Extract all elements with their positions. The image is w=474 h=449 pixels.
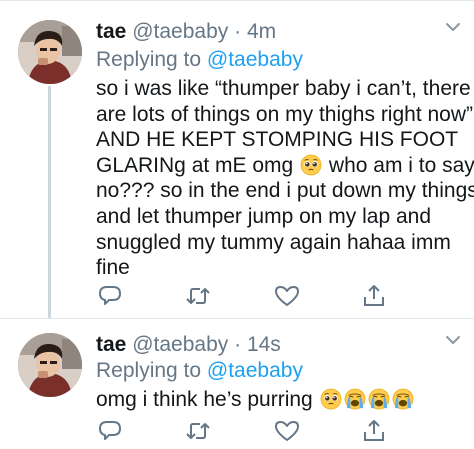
tweet-header: tae @taebaby · 4m — [96, 20, 276, 44]
tweet-text: so i was like “thumper baby i can’t, the… — [96, 76, 474, 281]
mention-link[interactable]: @taebaby — [207, 359, 303, 382]
tweet-text-line: fine — [96, 256, 130, 280]
author-handle[interactable]: @taebaby — [132, 20, 228, 43]
tweet-text-line: AND HE KEPT STOMPING HIS FOOT — [96, 128, 459, 152]
loudly-crying-face-emoji — [344, 388, 366, 410]
pleading-face-emoji — [320, 388, 342, 410]
separator-dot: · — [234, 20, 242, 43]
author-handle[interactable]: @taebaby — [132, 333, 228, 356]
tweet-text-line: GLARINg at mE omg who am i to say — [96, 153, 474, 179]
reply-icon[interactable] — [96, 282, 124, 310]
chevron-down-icon[interactable] — [442, 331, 464, 349]
mention-link[interactable]: @taebaby — [207, 48, 303, 71]
retweet-icon[interactable] — [184, 417, 212, 445]
replying-to-label: Replying to — [96, 359, 202, 382]
tweet-text-line: are lots of things on my thighs right no… — [96, 102, 474, 126]
tweet[interactable]: tae @taebaby · 4m Replying to @taebaby s… — [0, 0, 474, 318]
chevron-down-icon[interactable] — [442, 18, 464, 36]
tweet-text-line: omg i think he’s purring — [96, 387, 466, 413]
author-name[interactable]: tae — [96, 333, 126, 356]
retweet-icon[interactable] — [184, 282, 212, 310]
tweet-text-segment: who am i to say — [323, 153, 474, 177]
reply-icon[interactable] — [96, 417, 124, 445]
author-name[interactable]: tae — [96, 20, 126, 43]
action-bar — [96, 417, 396, 445]
tweet-header: tae @taebaby · 14s — [96, 333, 281, 357]
tweet-text-segment: omg i think he’s purring — [96, 388, 313, 411]
tweet-text-line: no??? so in the end i put down my things — [96, 179, 474, 203]
tweet-text-line: snuggled my tummy again hahaa imm — [96, 230, 451, 254]
loudly-crying-face-emoji — [368, 388, 390, 410]
loudly-crying-face-emoji — [392, 388, 414, 410]
timestamp[interactable]: 14s — [247, 333, 281, 356]
replying-to: Replying to @taebaby — [96, 48, 303, 72]
share-icon[interactable] — [360, 417, 388, 445]
heart-icon[interactable] — [273, 282, 301, 310]
tweet-text-line: and let thumper jump on my lap and — [96, 204, 432, 228]
tweet-text-line: so i was like “thumper baby i can’t, the… — [96, 77, 471, 100]
avatar[interactable] — [18, 333, 82, 397]
tweet-text-segment: GLARINg at mE omg — [96, 153, 294, 177]
timestamp[interactable]: 4m — [247, 20, 276, 43]
action-bar — [96, 282, 396, 310]
tweet-text: omg i think he’s purring — [96, 387, 466, 413]
replying-to: Replying to @taebaby — [96, 359, 303, 383]
separator-dot: · — [234, 333, 242, 356]
replying-to-label: Replying to — [96, 48, 202, 71]
avatar[interactable] — [18, 20, 82, 84]
heart-icon[interactable] — [273, 417, 301, 445]
tweet[interactable]: tae @taebaby · 14s Replying to @taebaby … — [0, 319, 474, 449]
thread-line — [48, 86, 51, 318]
pleading-face-emoji — [300, 154, 322, 176]
share-icon[interactable] — [360, 282, 388, 310]
